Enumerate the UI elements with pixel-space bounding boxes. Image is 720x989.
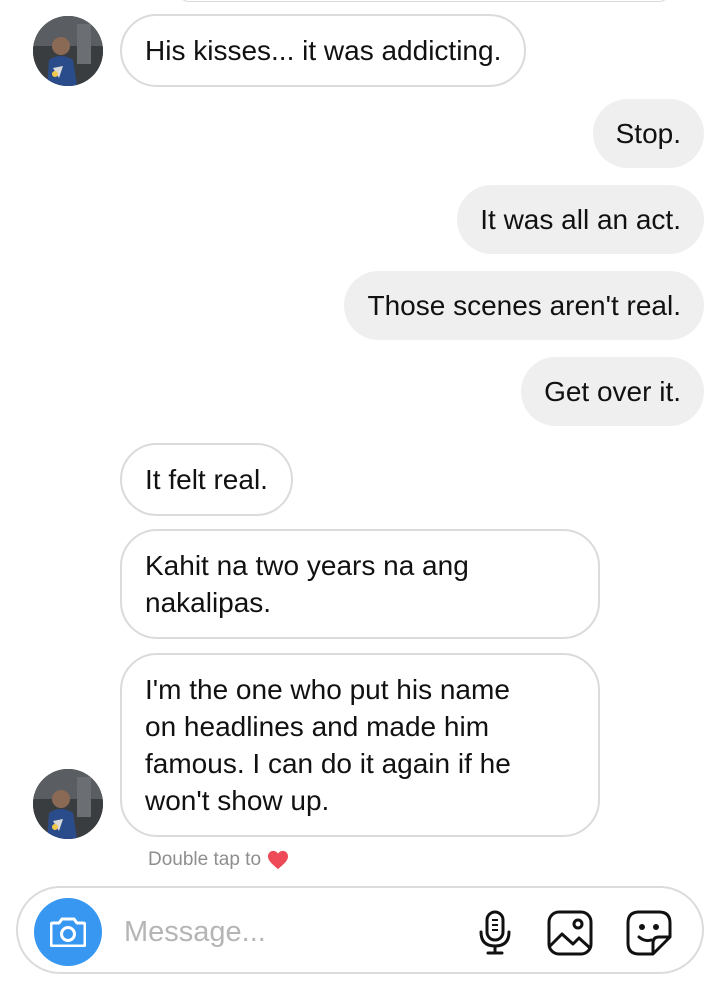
outgoing-message[interactable]: Get over it. <box>521 357 704 426</box>
incoming-message[interactable]: I'm the one who put his name on headline… <box>120 653 600 837</box>
avatar-photo <box>33 16 103 86</box>
outgoing-message[interactable]: It was all an act. <box>457 185 704 254</box>
incoming-message[interactable]: It felt real. <box>120 443 293 516</box>
sticker-button[interactable] <box>624 908 674 958</box>
microphone-icon <box>479 910 511 955</box>
camera-button[interactable] <box>34 898 102 966</box>
camera-icon <box>50 917 86 947</box>
chat-screen: His kisses... it was addicting. Stop. It… <box>0 0 720 989</box>
message-input[interactable] <box>124 910 454 954</box>
gallery-button[interactable] <box>545 908 595 958</box>
previous-message-edge <box>178 0 670 2</box>
microphone-button[interactable] <box>470 908 520 958</box>
incoming-message[interactable]: His kisses... it was addicting. <box>120 14 527 87</box>
heart-icon <box>268 850 289 870</box>
gallery-icon <box>547 910 593 956</box>
avatar[interactable] <box>33 769 103 839</box>
reaction-hint: Double tap to <box>148 849 289 871</box>
outgoing-message[interactable]: Stop. <box>592 99 704 168</box>
reaction-hint-label: Double tap to <box>148 849 262 870</box>
outgoing-message[interactable]: Those scenes aren't real. <box>344 271 704 340</box>
incoming-message[interactable]: Kahit na two years na ang nakalipas. <box>120 529 600 639</box>
avatar-photo <box>33 769 103 839</box>
sticker-icon <box>626 910 672 956</box>
message-composer <box>16 886 704 974</box>
avatar[interactable] <box>33 16 103 86</box>
